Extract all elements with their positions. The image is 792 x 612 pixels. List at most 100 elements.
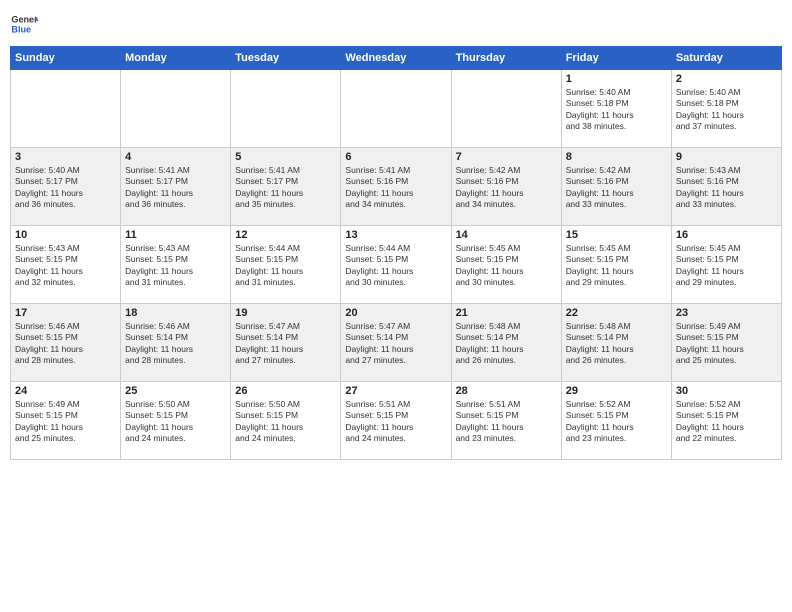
- calendar-cell: 28Sunrise: 5:51 AM Sunset: 5:15 PM Dayli…: [451, 382, 561, 460]
- calendar-cell: 1Sunrise: 5:40 AM Sunset: 5:18 PM Daylig…: [561, 70, 671, 148]
- calendar-week-row: 10 Sunrise: 5:43 AM Sunset: 5:15 PM Dayli…: [11, 226, 782, 304]
- day-info: Sunrise: 5:43 AM Sunset: 5:15 PM Dayligh…: [125, 243, 226, 289]
- logo-icon: General Blue: [10, 10, 38, 38]
- weekday-header: Monday: [121, 47, 231, 70]
- weekday-header: Wednesday: [341, 47, 451, 70]
- day-info: Sunrise: 5:40 AM Sunset: 5:18 PM Dayligh…: [676, 87, 777, 133]
- calendar-cell: 10 Sunrise: 5:43 AM Sunset: 5:15 PM Dayli…: [11, 226, 121, 304]
- day-info: Sunrise: 5:44 AM Sunset: 5:15 PM Dayligh…: [345, 243, 446, 289]
- day-number: 8: [566, 151, 667, 163]
- day-info: Sunrise: 5:48 AM Sunset: 5:14 PM Dayligh…: [566, 321, 667, 367]
- calendar-cell: 27Sunrise: 5:51 AM Sunset: 5:15 PM Dayli…: [341, 382, 451, 460]
- day-info: Sunrise: 5:41 AM Sunset: 5:17 PM Dayligh…: [235, 165, 336, 211]
- day-info: Sunrise: 5:45 AM Sunset: 5:15 PM Dayligh…: [456, 243, 557, 289]
- calendar-cell: 21Sunrise: 5:48 AM Sunset: 5:14 PM Dayli…: [451, 304, 561, 382]
- day-number: 2: [676, 73, 777, 85]
- day-info: Sunrise: 5:50 AM Sunset: 5:15 PM Dayligh…: [125, 399, 226, 445]
- calendar-cell: 25 Sunrise: 5:50 AM Sunset: 5:15 PM Dayli…: [121, 382, 231, 460]
- day-number: 21: [456, 307, 557, 319]
- day-number: 16: [676, 229, 777, 241]
- calendar-week-row: 24 Sunrise: 5:49 AM Sunset: 5:15 PM Dayli…: [11, 382, 782, 460]
- day-number: 23: [676, 307, 777, 319]
- day-number: 20: [345, 307, 446, 319]
- weekday-header: Tuesday: [231, 47, 341, 70]
- day-number: 30: [676, 385, 777, 397]
- day-number: 24: [15, 385, 116, 397]
- calendar-cell: 29 Sunrise: 5:52 AM Sunset: 5:15 PM Dayli…: [561, 382, 671, 460]
- day-info: Sunrise: 5:41 AM Sunset: 5:16 PM Dayligh…: [345, 165, 446, 211]
- day-number: 6: [345, 151, 446, 163]
- day-number: 26: [235, 385, 336, 397]
- calendar-cell: 16 Sunrise: 5:45 AM Sunset: 5:15 PM Dayli…: [671, 226, 781, 304]
- day-info: Sunrise: 5:52 AM Sunset: 5:15 PM Dayligh…: [676, 399, 777, 445]
- calendar-cell: 14 Sunrise: 5:45 AM Sunset: 5:15 PM Dayli…: [451, 226, 561, 304]
- day-info: Sunrise: 5:47 AM Sunset: 5:14 PM Dayligh…: [235, 321, 336, 367]
- day-info: Sunrise: 5:49 AM Sunset: 5:15 PM Dayligh…: [676, 321, 777, 367]
- calendar-cell: 7 Sunrise: 5:42 AM Sunset: 5:16 PM Daylig…: [451, 148, 561, 226]
- calendar-cell: 26 Sunrise: 5:50 AM Sunset: 5:15 PM Dayli…: [231, 382, 341, 460]
- day-info: Sunrise: 5:46 AM Sunset: 5:14 PM Dayligh…: [125, 321, 226, 367]
- day-info: Sunrise: 5:51 AM Sunset: 5:15 PM Dayligh…: [345, 399, 446, 445]
- day-number: 15: [566, 229, 667, 241]
- day-number: 12: [235, 229, 336, 241]
- calendar-cell: 17 Sunrise: 5:46 AM Sunset: 5:15 PM Dayli…: [11, 304, 121, 382]
- logo: General Blue: [10, 10, 38, 38]
- day-number: 3: [15, 151, 116, 163]
- day-number: 18: [125, 307, 226, 319]
- calendar-cell: [231, 70, 341, 148]
- day-number: 14: [456, 229, 557, 241]
- calendar-cell: 4 Sunrise: 5:41 AM Sunset: 5:17 PM Daylig…: [121, 148, 231, 226]
- calendar-week-row: 1 Sunrise: 5:40 AM Sunset: 5:18 PM Daylig…: [11, 70, 782, 148]
- calendar-cell: 8Sunrise: 5:42 AM Sunset: 5:16 PM Daylig…: [561, 148, 671, 226]
- day-info: Sunrise: 5:40 AM Sunset: 5:17 PM Dayligh…: [15, 165, 116, 211]
- calendar-cell: [11, 70, 121, 148]
- calendar-cell: 2 Sunrise: 5:40 AM Sunset: 5:18 PM Daylig…: [671, 70, 781, 148]
- day-number: 28: [456, 385, 557, 397]
- day-number: 25: [125, 385, 226, 397]
- day-info: Sunrise: 5:43 AM Sunset: 5:15 PM Dayligh…: [15, 243, 116, 289]
- svg-text:Blue: Blue: [11, 24, 31, 34]
- day-number: 4: [125, 151, 226, 163]
- day-number: 5: [235, 151, 336, 163]
- calendar-header-row: SundayMondayTuesdayWednesdayThursdayFrid…: [11, 47, 782, 70]
- day-number: 22: [566, 307, 667, 319]
- calendar-cell: 13 Sunrise: 5:44 AM Sunset: 5:15 PM Dayli…: [341, 226, 451, 304]
- day-number: 10: [15, 229, 116, 241]
- calendar-cell: 30 Sunrise: 5:52 AM Sunset: 5:15 PM Dayli…: [671, 382, 781, 460]
- calendar-cell: 18 Sunrise: 5:46 AM Sunset: 5:14 PM Dayli…: [121, 304, 231, 382]
- day-info: Sunrise: 5:41 AM Sunset: 5:17 PM Dayligh…: [125, 165, 226, 211]
- day-info: Sunrise: 5:49 AM Sunset: 5:15 PM Dayligh…: [15, 399, 116, 445]
- day-info: Sunrise: 5:52 AM Sunset: 5:15 PM Dayligh…: [566, 399, 667, 445]
- day-number: 29: [566, 385, 667, 397]
- day-info: Sunrise: 5:46 AM Sunset: 5:15 PM Dayligh…: [15, 321, 116, 367]
- day-number: 17: [15, 307, 116, 319]
- weekday-header: Saturday: [671, 47, 781, 70]
- day-number: 13: [345, 229, 446, 241]
- svg-text:General: General: [11, 15, 38, 25]
- day-number: 19: [235, 307, 336, 319]
- calendar-cell: 5 Sunrise: 5:41 AM Sunset: 5:17 PM Daylig…: [231, 148, 341, 226]
- day-info: Sunrise: 5:45 AM Sunset: 5:15 PM Dayligh…: [566, 243, 667, 289]
- calendar-cell: 19 Sunrise: 5:47 AM Sunset: 5:14 PM Dayli…: [231, 304, 341, 382]
- day-info: Sunrise: 5:44 AM Sunset: 5:15 PM Dayligh…: [235, 243, 336, 289]
- day-number: 1: [566, 73, 667, 85]
- calendar-table: SundayMondayTuesdayWednesdayThursdayFrid…: [10, 46, 782, 460]
- day-number: 7: [456, 151, 557, 163]
- calendar-cell: 15 Sunrise: 5:45 AM Sunset: 5:15 PM Dayli…: [561, 226, 671, 304]
- calendar-cell: 24 Sunrise: 5:49 AM Sunset: 5:15 PM Dayli…: [11, 382, 121, 460]
- calendar-cell: [341, 70, 451, 148]
- calendar-cell: [451, 70, 561, 148]
- day-info: Sunrise: 5:42 AM Sunset: 5:16 PM Dayligh…: [456, 165, 557, 211]
- weekday-header: Friday: [561, 47, 671, 70]
- day-number: 9: [676, 151, 777, 163]
- calendar-week-row: 17 Sunrise: 5:46 AM Sunset: 5:15 PM Dayli…: [11, 304, 782, 382]
- day-info: Sunrise: 5:45 AM Sunset: 5:15 PM Dayligh…: [676, 243, 777, 289]
- calendar-cell: 3 Sunrise: 5:40 AM Sunset: 5:17 PM Daylig…: [11, 148, 121, 226]
- calendar-week-row: 3 Sunrise: 5:40 AM Sunset: 5:17 PM Daylig…: [11, 148, 782, 226]
- weekday-header: Thursday: [451, 47, 561, 70]
- calendar-body: 1 Sunrise: 5:40 AM Sunset: 5:18 PM Daylig…: [11, 70, 782, 460]
- calendar-cell: 12 Sunrise: 5:44 AM Sunset: 5:15 PM Dayli…: [231, 226, 341, 304]
- day-info: Sunrise: 5:43 AM Sunset: 5:16 PM Dayligh…: [676, 165, 777, 211]
- calendar-cell: 23 Sunrise: 5:49 AM Sunset: 5:15 PM Dayli…: [671, 304, 781, 382]
- day-info: Sunrise: 5:50 AM Sunset: 5:15 PM Dayligh…: [235, 399, 336, 445]
